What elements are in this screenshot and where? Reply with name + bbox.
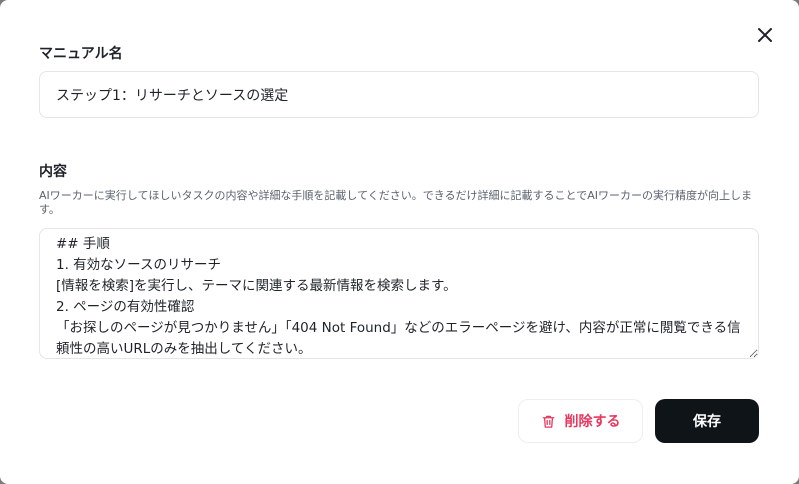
- save-button[interactable]: 保存: [655, 399, 759, 443]
- close-icon: [758, 28, 772, 42]
- manual-name-input[interactable]: [39, 71, 759, 118]
- content-textarea[interactable]: [39, 228, 759, 359]
- trash-icon: [542, 415, 554, 428]
- manual-name-label: マニュアル名: [39, 46, 123, 62]
- delete-button-label: 削除する: [564, 414, 621, 430]
- manual-edit-dialog: マニュアル名 内容 AIワーカーに実行してほしいタスクの内容や詳細な手順を記載し…: [0, 0, 799, 484]
- close-button[interactable]: [752, 22, 778, 48]
- content-label: 内容: [39, 164, 67, 180]
- delete-button[interactable]: 削除する: [518, 399, 643, 443]
- content-help-text: AIワーカーに実行してほしいタスクの内容や詳細な手順を記載してください。できるだ…: [39, 189, 752, 216]
